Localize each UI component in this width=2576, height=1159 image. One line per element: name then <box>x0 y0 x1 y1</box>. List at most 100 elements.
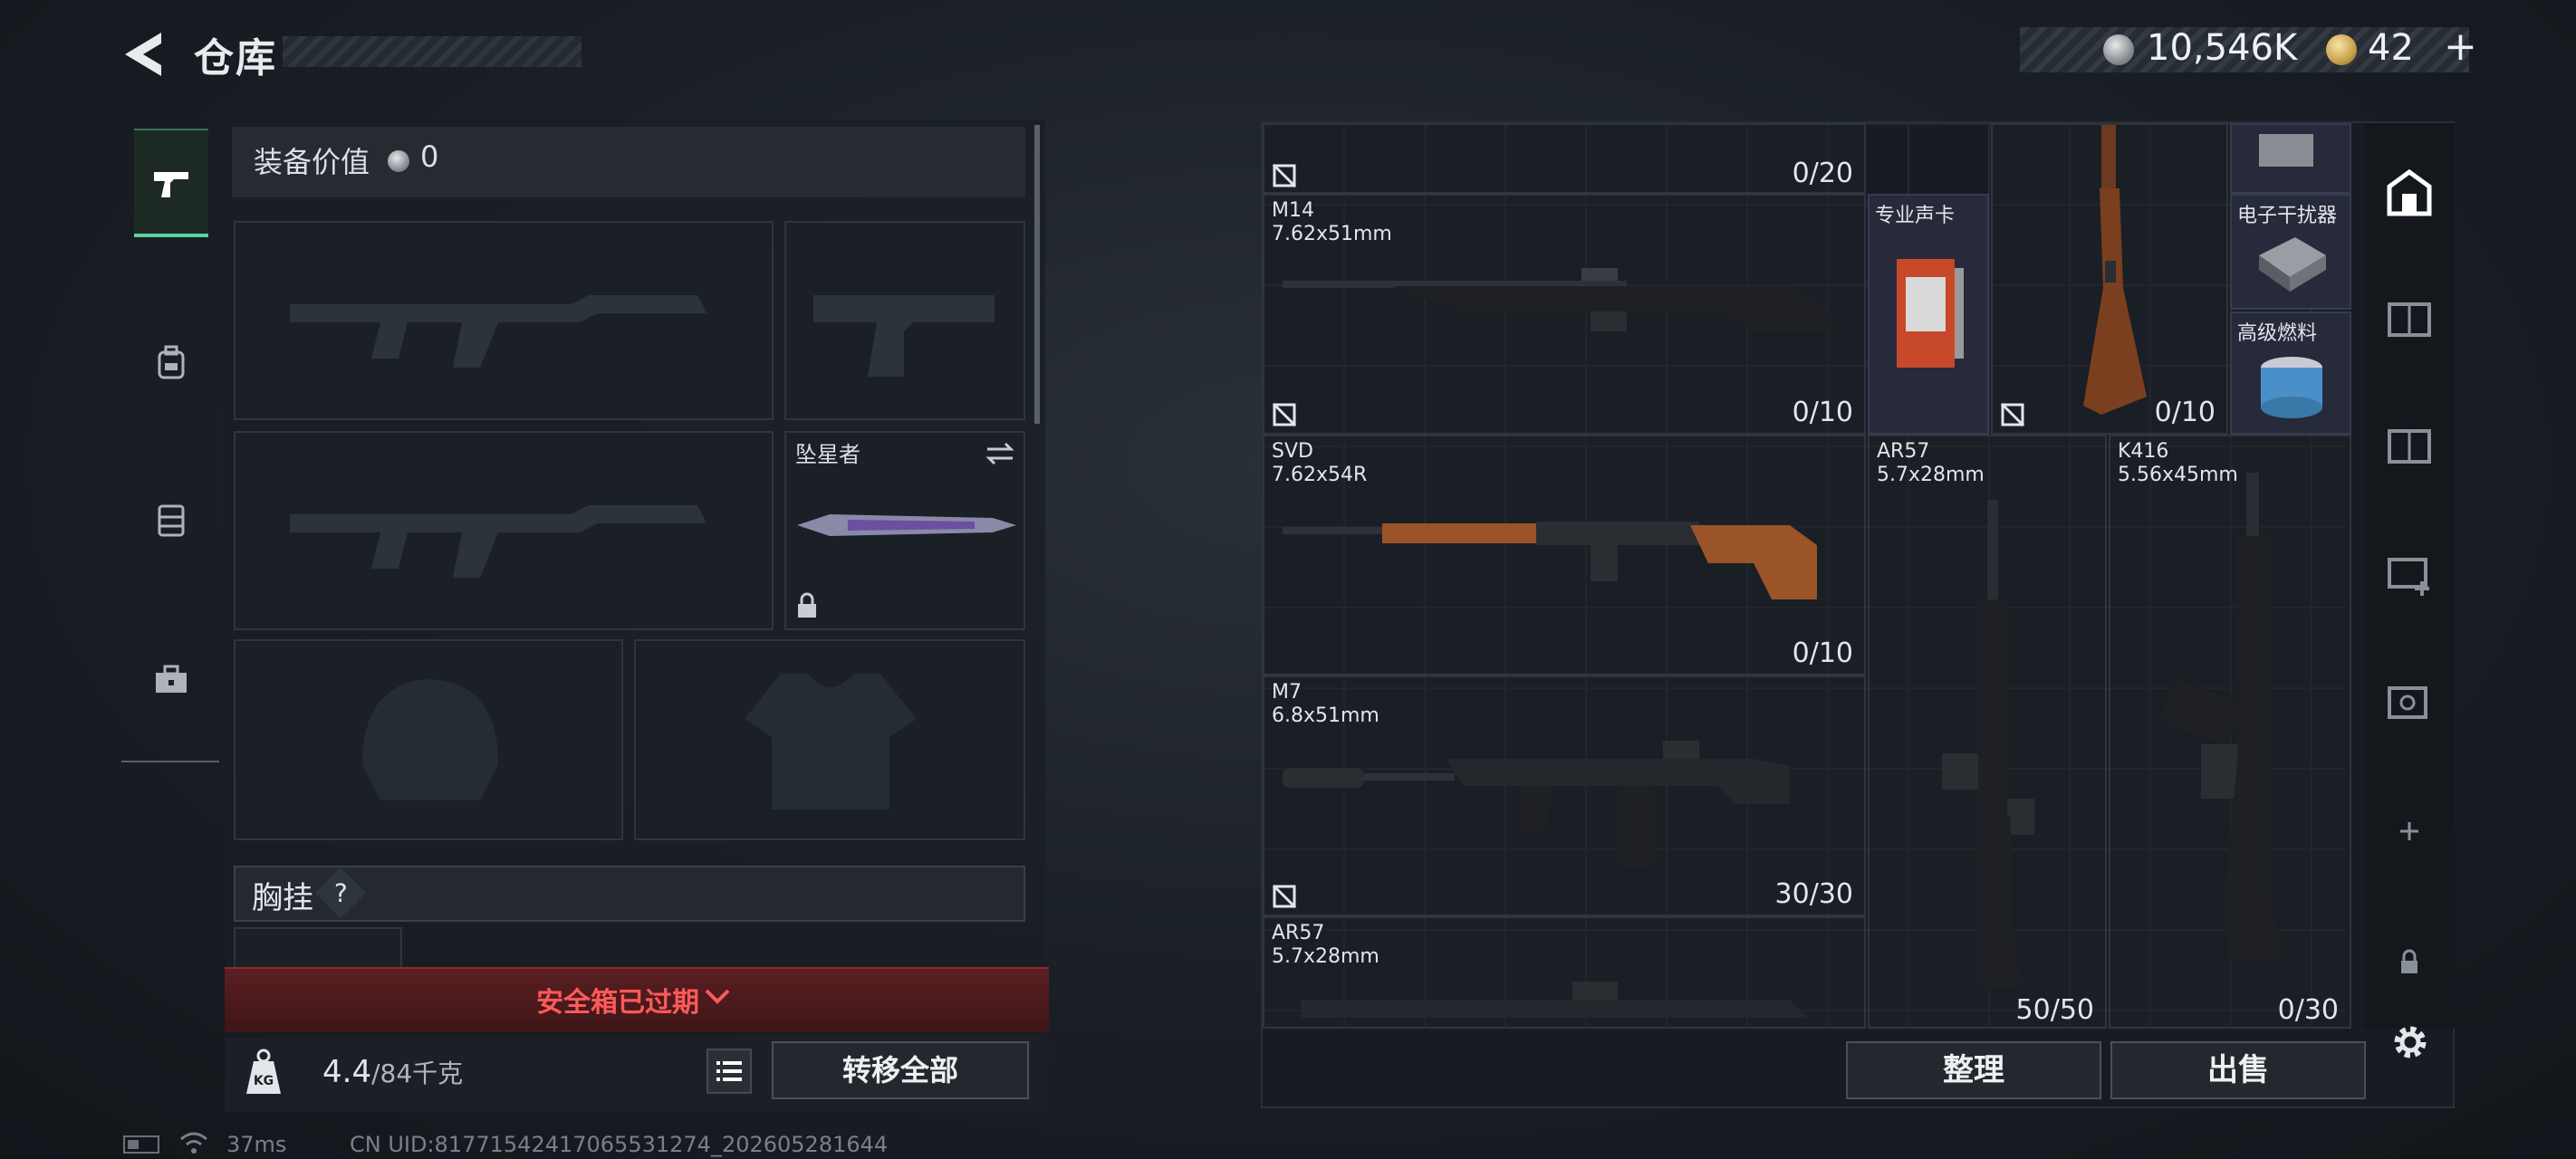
add-currency-button[interactable]: + <box>2444 24 2477 70</box>
chest-rig-label: 胸挂 <box>252 880 313 916</box>
ping-text: 37ms <box>226 1132 287 1157</box>
m14-rifle-icon <box>1283 268 1835 331</box>
plus-icon <box>2400 822 2418 840</box>
primary-weapon-slot[interactable] <box>234 221 774 420</box>
weapon-item-ar57-vertical[interactable]: AR57 5.7x28mm 50/50 <box>1868 435 2107 1029</box>
weapon-name: AR57 <box>1272 922 1325 944</box>
storage-home-icon <box>2387 168 2432 216</box>
equipment-value-label: 装备价值 <box>254 145 370 179</box>
wifi-icon <box>180 1132 207 1154</box>
jammer-icon <box>2259 237 2326 292</box>
equipment-value: 0 <box>420 139 439 174</box>
weight-kg-icon: KG <box>246 1049 281 1094</box>
silver-coin-icon <box>2103 34 2134 65</box>
helmet-slot[interactable] <box>234 639 623 840</box>
gold-ticket-icon <box>2326 34 2357 65</box>
tab-weapons[interactable] <box>134 129 208 237</box>
transfer-all-button[interactable]: 转移全部 <box>772 1041 1029 1099</box>
sound-card-icon <box>1897 259 1964 368</box>
knife-icon <box>797 514 1016 536</box>
ammo-count: 50/50 <box>2015 994 2094 1026</box>
tab-storage-4[interactable] <box>2375 283 2444 351</box>
ar57-rifle-icon <box>1301 982 1808 1018</box>
title-decoration <box>283 36 582 67</box>
ammo-count: 0/10 <box>1792 637 1853 669</box>
rifle-stock-icon <box>2083 125 2147 415</box>
tab-storage-medical[interactable] <box>2375 538 2444 607</box>
medical-box-icon <box>2388 558 2429 596</box>
weapon-item-m7[interactable]: M7 6.8x51mm 30/30 <box>1263 675 1866 916</box>
ammo-count: 0/10 <box>1792 397 1853 428</box>
weapon-item-m14[interactable]: M14 7.62x51mm 0/10 <box>1263 194 1866 435</box>
item-jammer[interactable]: 电子干扰器 <box>2230 194 2351 310</box>
item-name: 高级燃料 <box>2237 322 2318 345</box>
weapon-item-k416[interactable]: K416 5.56x45mm 0/30 <box>2109 435 2351 1029</box>
backpack-icon <box>158 345 185 379</box>
secondary-weapon-slot[interactable] <box>234 431 774 630</box>
item-sound-card[interactable]: 专业声卡 <box>1868 194 1989 435</box>
page-title: 仓库 <box>194 35 277 81</box>
item-name: 专业声卡 <box>1875 205 1956 227</box>
list-view-button[interactable] <box>706 1049 752 1094</box>
pistol-icon <box>154 172 188 197</box>
chest-rig-slot[interactable] <box>234 927 402 967</box>
ammo-count: 30/30 <box>1774 878 1853 910</box>
settings-gear-icon[interactable] <box>2388 1020 2433 1065</box>
tab-storage-5[interactable] <box>2375 666 2444 735</box>
chevron-down-icon <box>705 989 730 1004</box>
melee-name: 坠星者 <box>795 442 860 467</box>
weapon-caliber: 7.62x51mm <box>1272 223 1392 245</box>
rifle-stock-item[interactable]: 0/10 <box>1991 123 2228 435</box>
weapon-name: SVD <box>1272 440 1313 463</box>
pistol-silhouette-icon <box>813 295 995 377</box>
safe-box-icon <box>2388 686 2427 719</box>
weight-max: /84千克 <box>371 1058 464 1088</box>
storage-box-icon <box>2388 302 2431 337</box>
money-amount: 10,546K <box>2147 27 2298 69</box>
sell-button[interactable]: 出售 <box>2110 1041 2366 1099</box>
weapon-name: K416 <box>2118 440 2169 463</box>
weapon-name: AR57 <box>1877 440 1930 463</box>
weapon-name: M7 <box>1272 681 1302 704</box>
weight-current: 4.4 <box>322 1054 372 1090</box>
tab-main-storage[interactable] <box>2375 158 2444 226</box>
weight-readout: 4.4/84千克 <box>322 1054 463 1090</box>
m7-rifle-icon <box>1283 741 1790 867</box>
tab-backpack[interactable] <box>134 308 208 417</box>
tab-storage-4b[interactable] <box>2375 409 2444 478</box>
add-storage-button[interactable] <box>2375 797 2444 866</box>
battery-icon <box>123 1135 159 1154</box>
safe-box-status: 安全箱已过期 <box>536 987 699 1019</box>
tab-armor[interactable] <box>134 465 208 574</box>
melee-slot[interactable]: 坠星者 <box>784 431 1025 630</box>
body-armor-slot[interactable] <box>634 639 1025 840</box>
tab-toolbox[interactable] <box>134 625 208 733</box>
svd-rifle-icon <box>1283 522 1817 599</box>
storage-item-top[interactable]: 0/20 <box>1263 123 1866 194</box>
ammo-count: 0/10 <box>2154 397 2216 428</box>
item-fuel[interactable]: 高级燃料 <box>2230 311 2351 435</box>
pistol-slot[interactable] <box>784 221 1025 420</box>
list-icon <box>716 1061 742 1081</box>
k416-rifle-icon <box>2158 473 2283 962</box>
ammo-count: 0/30 <box>2277 994 2339 1026</box>
sort-button[interactable]: 整理 <box>1846 1041 2101 1099</box>
vest-icon <box>158 504 185 537</box>
rifle-silhouette-icon <box>290 505 706 578</box>
lock-icon <box>798 592 816 618</box>
swap-icon[interactable] <box>984 440 1016 467</box>
ammo-count: 0/20 <box>1792 158 1853 189</box>
device-icon <box>2259 134 2313 167</box>
back-arrow-icon[interactable] <box>120 29 167 80</box>
uid-text: CN UID:81771542417065531274_202605281644 <box>350 1132 889 1157</box>
loadout-scrollbar[interactable] <box>1034 125 1040 424</box>
svg-text:KG: KG <box>254 1074 274 1088</box>
fuel-can-icon <box>2261 357 2322 418</box>
no-ammo-icon <box>2000 402 2025 427</box>
lock-icon <box>2401 949 2417 973</box>
weapon-item-svd[interactable]: SVD 7.62x54R 0/10 <box>1263 435 1866 675</box>
item-name: 电子干扰器 <box>2237 205 2338 227</box>
help-icon-glyph: ? <box>333 877 348 907</box>
weapon-item-ar57[interactable]: AR57 5.7x28mm <box>1263 916 1866 1029</box>
item-small-top[interactable] <box>2230 123 2351 194</box>
